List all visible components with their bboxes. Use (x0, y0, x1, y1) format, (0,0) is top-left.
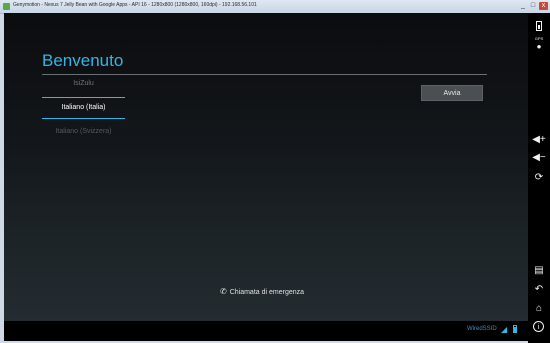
language-option-selected[interactable]: Italiano (Italia) (42, 104, 125, 111)
picker-selection-line-bottom (42, 118, 125, 119)
gps-label: GPS (534, 36, 544, 41)
recent-apps-icon[interactable]: ▤ (528, 265, 550, 277)
volume-down-icon[interactable]: ◀− (528, 152, 550, 164)
language-option-previous[interactable]: IsiZulu (42, 80, 125, 87)
rotate-icon[interactable]: ⟳ (528, 172, 550, 184)
genymotion-app-icon (3, 3, 10, 10)
info-icon[interactable]: i (533, 321, 544, 332)
minimize-button[interactable]: _ (519, 2, 527, 10)
wifi-icon: ◢ (501, 325, 508, 334)
battery-icon (513, 325, 517, 333)
back-icon[interactable]: ↶ (528, 284, 550, 296)
home-icon[interactable]: ⌂ (528, 303, 550, 315)
page-title: Benvenuto (42, 51, 124, 70)
genymotion-sidebar: GPS ● ◀+ ◀− ⟳ ▤ ↶ ⌂ i (528, 13, 550, 343)
picker-selection-line-top (42, 97, 125, 98)
close-button[interactable]: x (539, 2, 548, 10)
android-screen: Benvenuto IsiZulu Italiano (Italia) Ital… (4, 13, 528, 341)
window-title: Genymotion - Nexus 7 Jelly Bean with Goo… (13, 2, 257, 8)
heading-divider (42, 74, 487, 75)
emergency-call-button[interactable]: ✆ Chiamata di emergenza (220, 287, 304, 296)
ssid-label: WiredSSID (467, 326, 497, 332)
start-button[interactable]: Avvia (421, 85, 483, 101)
maximize-button[interactable]: □ (529, 2, 537, 10)
system-navbar (4, 321, 528, 341)
emergency-call-label: Chiamata di emergenza (229, 289, 305, 296)
gps-icon[interactable]: GPS ● (528, 37, 550, 53)
battery-widget-icon[interactable] (536, 21, 542, 31)
phone-icon: ✆ (220, 287, 227, 296)
volume-up-icon[interactable]: ◀+ (528, 134, 550, 146)
window-titlebar[interactable]: Genymotion - Nexus 7 Jelly Bean with Goo… (0, 0, 550, 14)
language-option-next[interactable]: Italiano (Svizzera) (42, 128, 125, 135)
